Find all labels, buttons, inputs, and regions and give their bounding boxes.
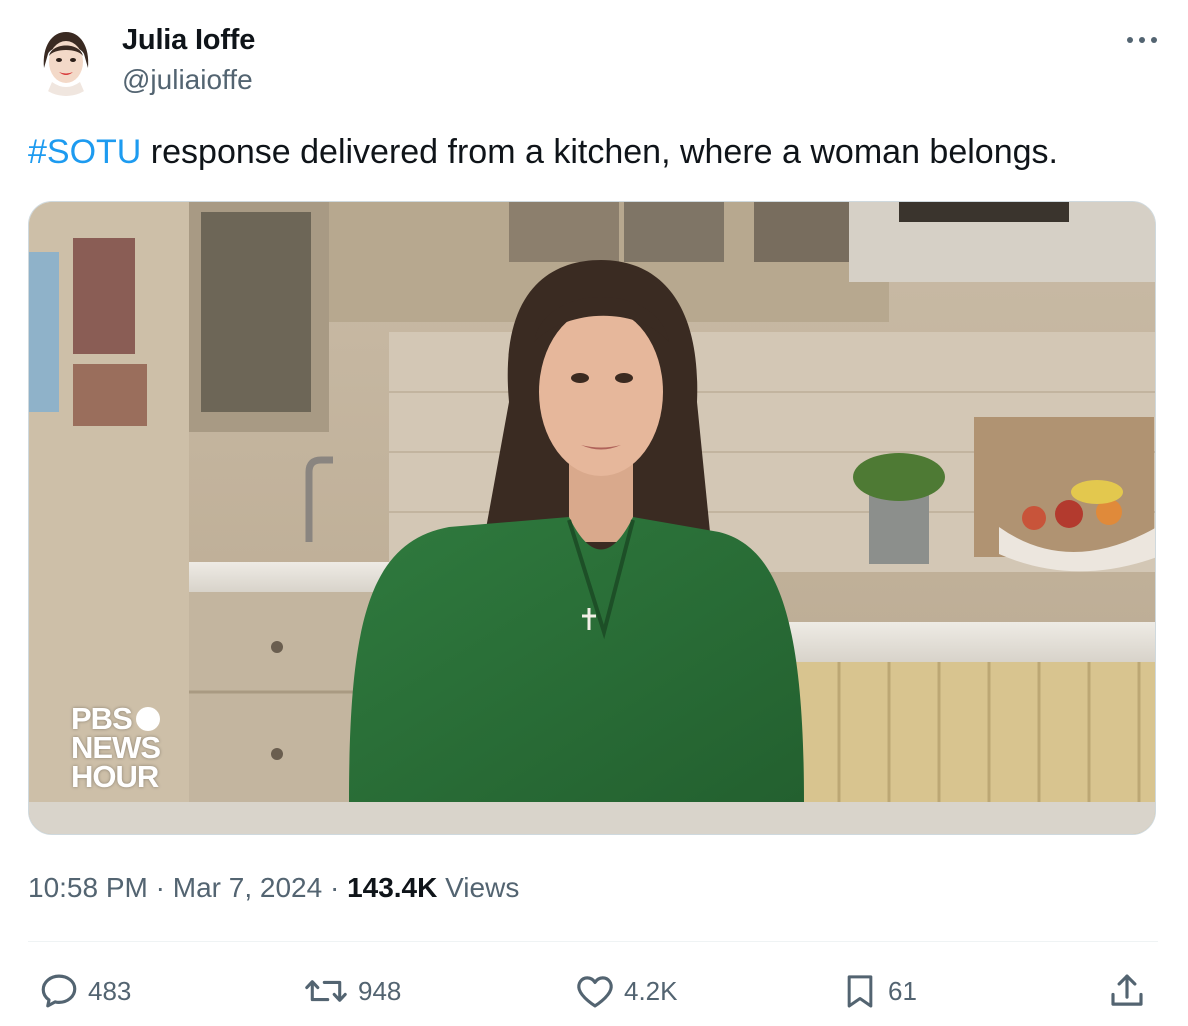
share-icon [1111, 974, 1143, 1006]
author-display-name[interactable]: Julia Ioffe [122, 24, 255, 57]
avatar[interactable] [30, 24, 102, 96]
tweet-video[interactable]: PBS NEWS HOUR [28, 201, 1156, 835]
meta-separator: · [329, 872, 340, 903]
bookmark-count: 61 [888, 975, 917, 1006]
repost-icon [305, 980, 347, 1002]
watermark-line-2: NEWS [71, 730, 161, 765]
pbs-newshour-watermark: PBS NEWS HOUR [71, 701, 161, 794]
reply-button[interactable]: 483 [38, 966, 131, 1016]
hashtag-link[interactable]: #SOTU [28, 133, 141, 171]
avatar-illustration [30, 24, 102, 96]
bookmark-button[interactable]: 61 [840, 966, 917, 1016]
reply-icon [41, 974, 77, 1008]
more-options-icon[interactable] [1122, 28, 1162, 52]
author-handle[interactable]: @juliaioffe [122, 64, 253, 96]
repost-button[interactable]: 948 [302, 966, 401, 1016]
reply-count: 483 [88, 975, 132, 1006]
like-button[interactable]: 4.2K [574, 966, 678, 1016]
watermark-line-1: PBS [71, 701, 133, 736]
video-frame-image [29, 202, 1155, 834]
tweet-time[interactable]: 10:58 PM [28, 872, 148, 903]
watermark-line-3: HOUR [71, 759, 159, 794]
tweet-date[interactable]: Mar 7, 2024 [173, 872, 322, 903]
views-count: 143.4K [347, 872, 438, 903]
views-label: Views [445, 872, 520, 903]
share-button[interactable] [1106, 966, 1148, 1016]
divider [28, 941, 1158, 942]
like-count: 4.2K [624, 975, 678, 1006]
meta-separator: · [155, 872, 165, 903]
tweet-body: response delivered from a kitchen, where… [141, 133, 1058, 171]
tweet-card: Julia Ioffe @juliaioffe #SOTU response d… [0, 0, 1188, 1026]
tweet-text: #SOTU response delivered from a kitchen,… [28, 130, 1058, 174]
tweet-meta: 10:58 PM · Mar 7, 2024 · 143.4K Views [28, 872, 519, 904]
repost-count: 948 [358, 975, 402, 1006]
heart-icon [577, 976, 613, 1008]
bookmark-icon [847, 975, 873, 1008]
pbs-head-icon [135, 706, 160, 731]
